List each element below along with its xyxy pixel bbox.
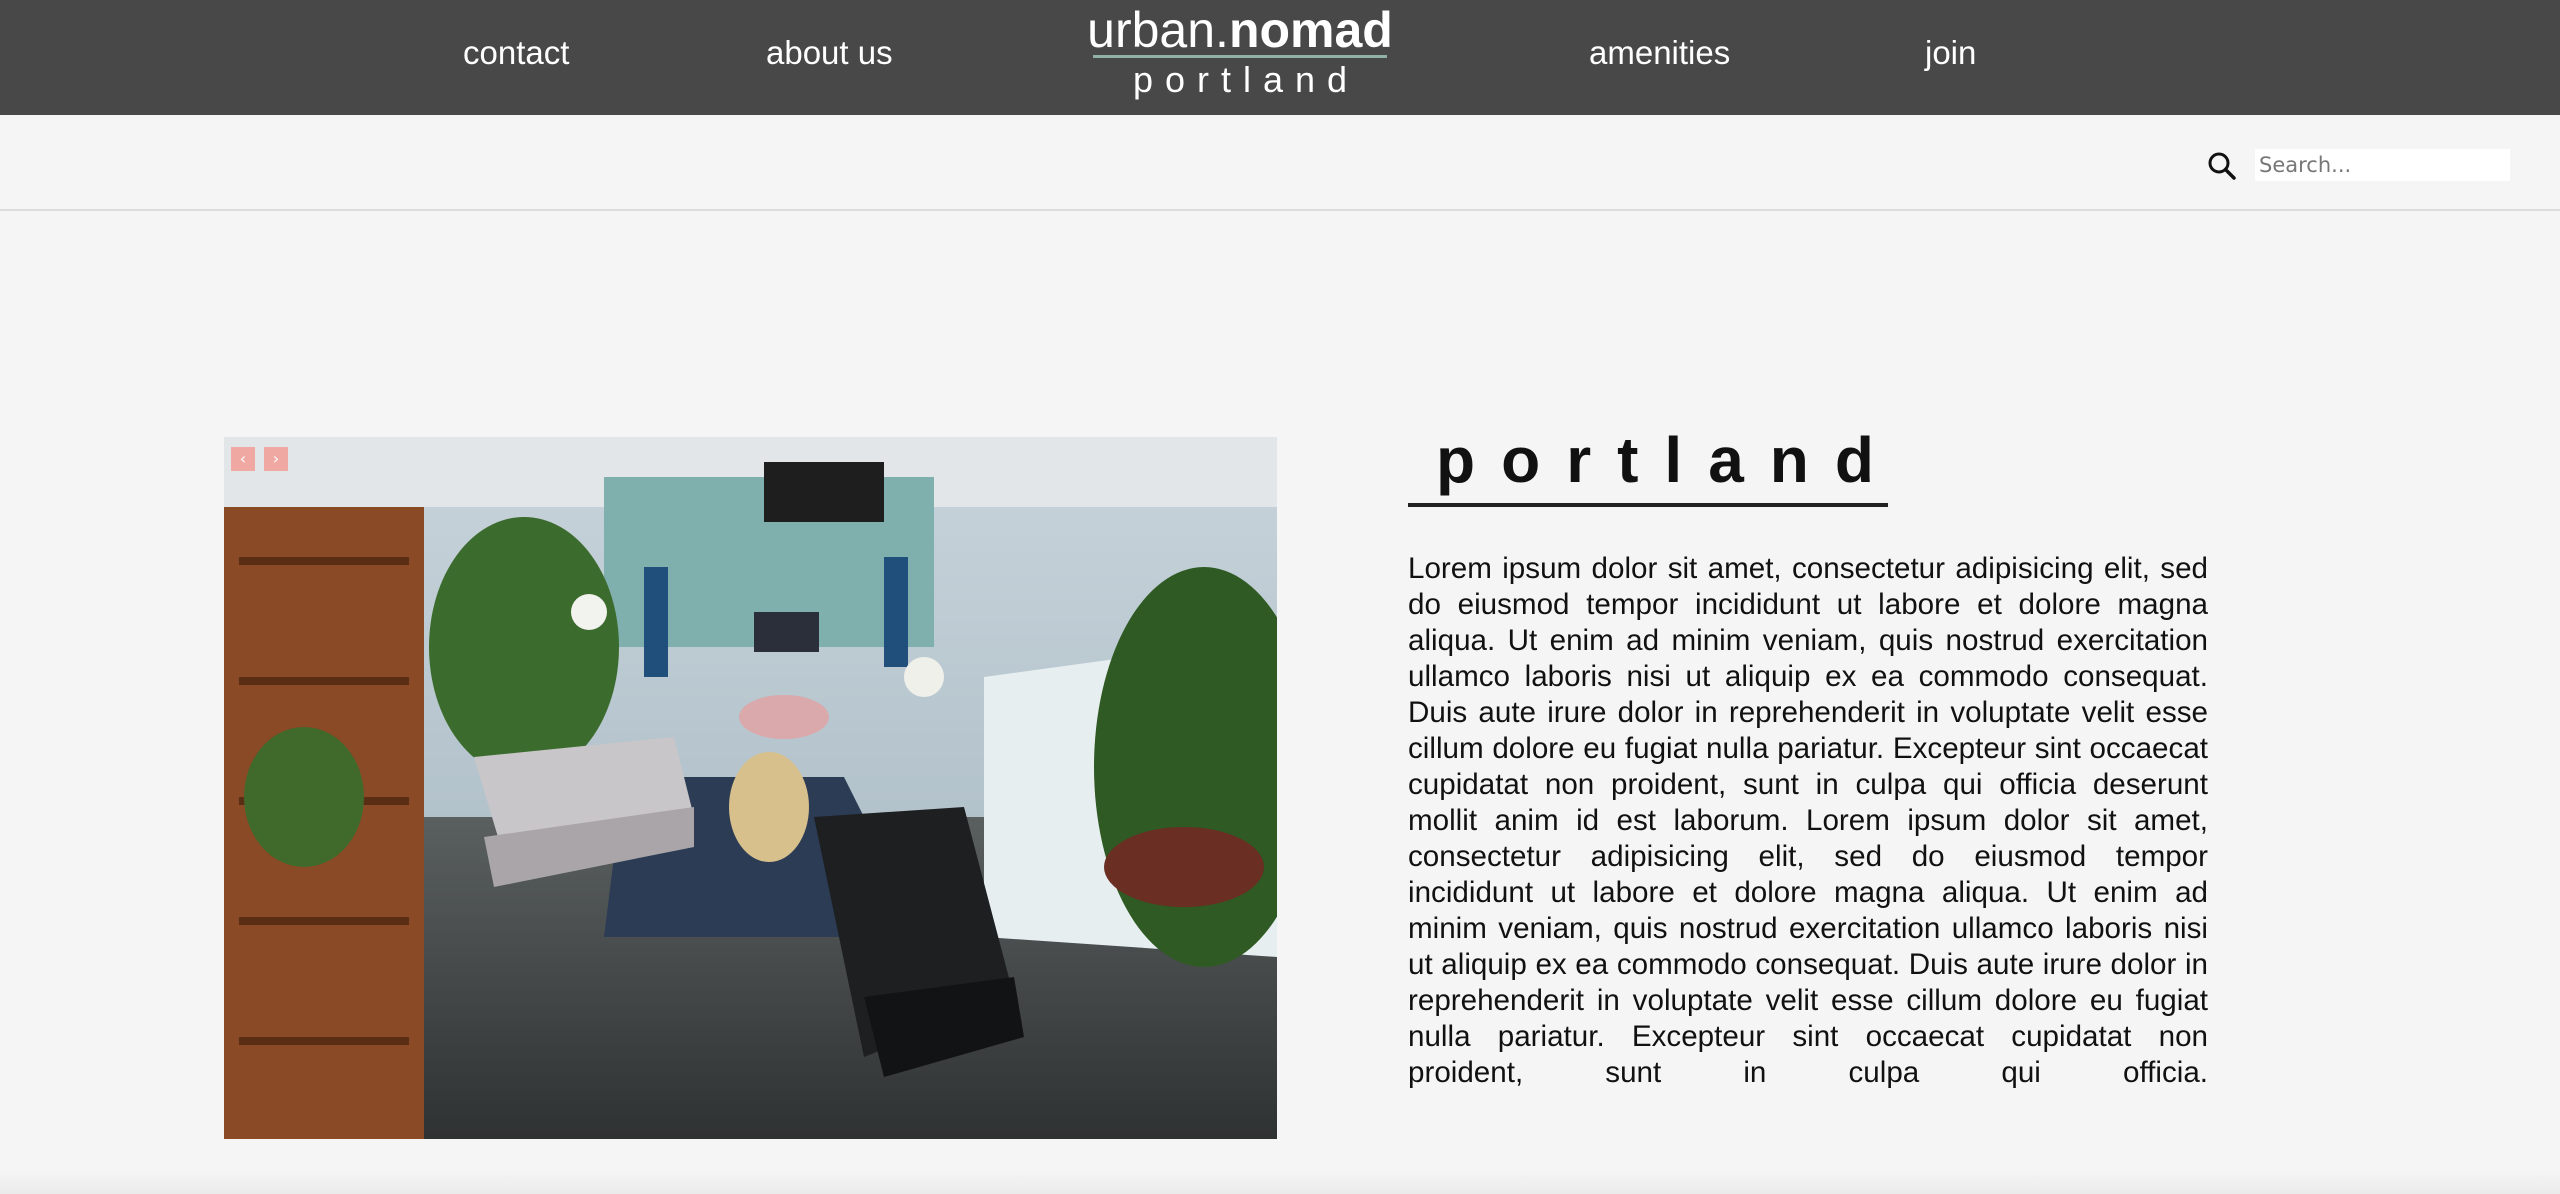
- logo-wordmark: urban.nomad: [1085, 2, 1395, 58]
- search-bar-strip: [0, 115, 2560, 211]
- nav-link-join[interactable]: join: [1925, 33, 1976, 73]
- logo-wordmark-nomad: nomad: [1228, 2, 1393, 58]
- page-title: portland: [1436, 424, 1900, 496]
- body-paragraph: Lorem ipsum dolor sit amet, consectetur …: [1408, 552, 2208, 1089]
- nav-link-about-us[interactable]: about us: [766, 33, 893, 73]
- title-underline: [1408, 503, 1888, 507]
- logo-wordmark-urban: urban.: [1087, 2, 1229, 58]
- site-logo[interactable]: urban.nomad portland: [1085, 0, 1395, 110]
- nav-link-contact[interactable]: contact: [463, 33, 569, 73]
- search-input[interactable]: [2255, 149, 2510, 181]
- page-footer-fade: [0, 1170, 2560, 1194]
- search-icon[interactable]: [2207, 151, 2237, 181]
- gallery-next-button[interactable]: ›: [264, 447, 288, 471]
- nav-link-amenities[interactable]: amenities: [1589, 33, 1730, 73]
- top-navigation-bar: contact about us urban.nomad portland am…: [0, 0, 2560, 115]
- gallery-photo-lounge: [224, 437, 1277, 1139]
- gallery-prev-button[interactable]: ‹: [231, 447, 255, 471]
- logo-city: portland: [1132, 59, 1360, 100]
